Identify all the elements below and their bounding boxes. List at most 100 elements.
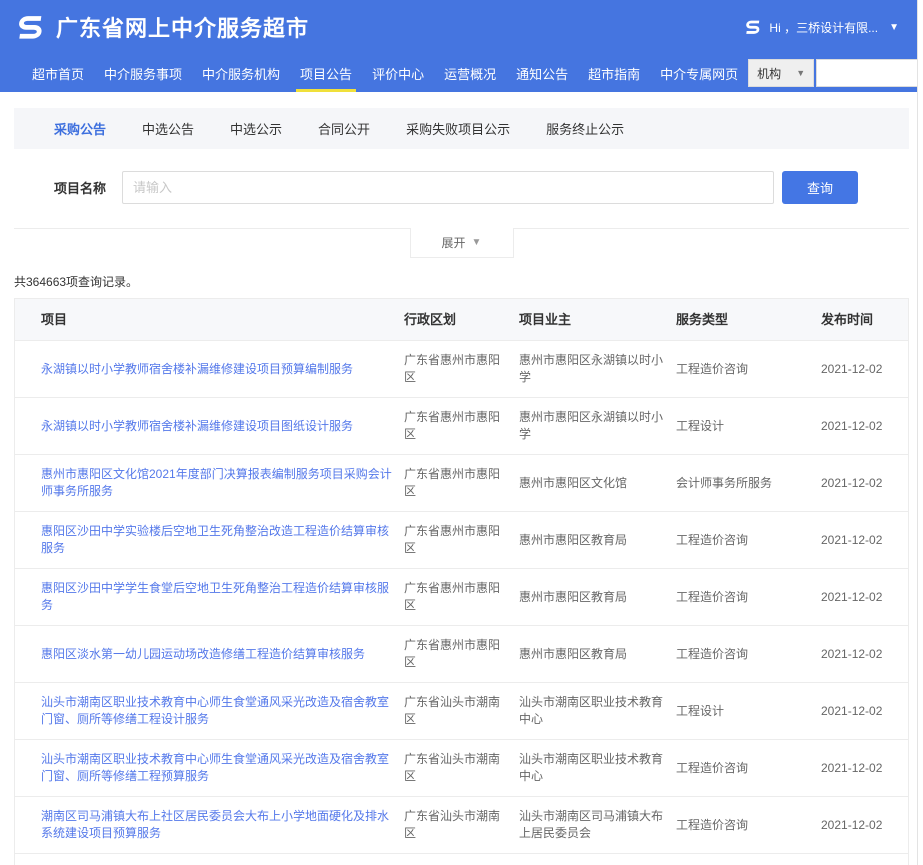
table-row: 潮南区司马浦镇大布上社区居民委员会大布上小学地面硬化及排水系统建设项目施工图纸设… (15, 853, 908, 865)
table-row: 惠阳区沙田中学学生食堂后空地卫生死角整治工程造价结算审核服务 广东省惠州市惠阳区… (15, 568, 908, 625)
page-title: 广东省网上中介服务超市 (56, 11, 309, 43)
service-type-cell: 会计师事务所服务 (676, 475, 821, 492)
nav-item-service-items[interactable]: 中介服务事项 (94, 54, 192, 92)
region-cell: 广东省汕头市潮南区 (404, 808, 519, 842)
nav-item-home[interactable]: 超市首页 (22, 54, 94, 92)
owner-cell: 汕头市潮南区职业技术教育中心 (519, 751, 676, 785)
tab-procurement-announcement[interactable]: 采购公告 (54, 119, 106, 138)
site-logo-icon (12, 10, 46, 44)
publish-date-cell: 2021-12-02 (821, 532, 908, 549)
service-type-cell: 工程设计 (676, 703, 821, 720)
project-link[interactable]: 潮南区司马浦镇大布上社区居民委员会大布上小学地面硬化及排水系统建设项目预算服务 (41, 809, 389, 840)
nav-item-evaluation-center[interactable]: 评价中心 (362, 54, 434, 92)
nav-item-operation-overview[interactable]: 运营概况 (434, 54, 506, 92)
owner-cell: 汕头市潮南区司马浦镇大布上居民委员会 (519, 808, 676, 842)
region-cell: 广东省惠州市惠阳区 (404, 523, 519, 557)
tab-contract-disclosure[interactable]: 合同公开 (318, 119, 370, 138)
owner-cell: 惠州市惠阳区教育局 (519, 589, 676, 606)
search-category-value: 机构 (757, 65, 781, 82)
column-header-publish-date: 发布时间 (821, 311, 908, 328)
query-button[interactable]: 查询 (782, 171, 858, 204)
publish-date-cell: 2021-12-02 (821, 361, 908, 378)
region-cell: 广东省惠州市惠阳区 (404, 637, 519, 671)
column-header-service-type: 服务类型 (676, 311, 821, 328)
service-type-cell: 工程造价咨询 (676, 760, 821, 777)
service-type-cell: 工程造价咨询 (676, 817, 821, 834)
table-row: 惠阳区淡水第一幼儿园运动场改造修缮工程造价结算审核服务 广东省惠州市惠阳区 惠州… (15, 625, 908, 682)
tab-failed-procurement[interactable]: 采购失败项目公示 (406, 119, 510, 138)
service-type-cell: 工程造价咨询 (676, 589, 821, 606)
owner-cell: 惠州市惠阳区教育局 (519, 646, 676, 663)
tab-service-termination[interactable]: 服务终止公示 (546, 119, 624, 138)
publish-date-cell: 2021-12-02 (821, 589, 908, 606)
owner-cell: 惠州市惠阳区永湖镇以时小学 (519, 409, 676, 443)
nav-item-project-announcements[interactable]: 项目公告 (290, 54, 362, 92)
region-cell: 广东省惠州市惠阳区 (404, 580, 519, 614)
service-type-cell: 工程造价咨询 (676, 646, 821, 663)
project-link[interactable]: 汕头市潮南区职业技术教育中心师生食堂通风采光改造及宿舍教室门窗、厕所等修缮工程预… (41, 752, 389, 783)
table-row: 永湖镇以时小学教师宿舍楼补漏维修建设项目图纸设计服务 广东省惠州市惠阳区 惠州市… (15, 397, 908, 454)
project-name-input[interactable] (122, 171, 774, 204)
publish-date-cell: 2021-12-02 (821, 475, 908, 492)
project-link[interactable]: 汕头市潮南区职业技术教育中心师生食堂通风采光改造及宿舍教室门窗、厕所等修缮工程设… (41, 695, 389, 726)
chevron-down-icon: ▼ (472, 237, 482, 248)
header-search-group: 机构 ▼ (748, 54, 923, 92)
column-header-project: 项目 (41, 311, 404, 328)
project-link[interactable]: 惠阳区淡水第一幼儿园运动场改造修缮工程造价结算审核服务 (41, 647, 365, 661)
table-row: 潮南区司马浦镇大布上社区居民委员会大布上小学地面硬化及排水系统建设项目预算服务 … (15, 796, 908, 853)
owner-cell: 惠州市惠阳区文化馆 (519, 475, 676, 492)
publish-date-cell: 2021-12-02 (821, 703, 908, 720)
publish-date-cell: 2021-12-02 (821, 760, 908, 777)
service-type-cell: 工程造价咨询 (676, 361, 821, 378)
header-top-row: 广东省网上中介服务超市 Hi ，三桥设计有限... ▼ (0, 0, 923, 54)
user-menu[interactable]: Hi ，三桥设计有限... ▼ (742, 17, 899, 37)
project-link[interactable]: 惠州市惠阳区文化馆2021年度部门决算报表编制服务项目采购会计师事务所服务 (41, 467, 392, 498)
owner-cell: 汕头市潮南区职业技术教育中心 (519, 694, 676, 728)
table-row: 汕头市潮南区职业技术教育中心师生食堂通风采光改造及宿舍教室门窗、厕所等修缮工程预… (15, 739, 908, 796)
nav-item-agency-pages[interactable]: 中介专属网页 (650, 54, 748, 92)
project-name-label: 项目名称 (14, 178, 108, 197)
region-cell: 广东省惠州市惠阳区 (404, 409, 519, 443)
user-logo-icon (742, 17, 762, 37)
nav-item-agencies[interactable]: 中介服务机构 (192, 54, 290, 92)
project-link[interactable]: 惠阳区沙田中学实验楼后空地卫生死角整治改造工程造价结算审核服务 (41, 524, 389, 555)
expand-row: 展开 ▼ (14, 229, 909, 259)
results-table: 项目 行政区划 项目业主 服务类型 发布时间 永湖镇以时小学教师宿舍楼补漏维修建… (14, 298, 909, 865)
header-search-input[interactable] (816, 59, 923, 87)
project-link[interactable]: 永湖镇以时小学教师宿舍楼补漏维修建设项目图纸设计服务 (41, 419, 353, 433)
service-type-cell: 工程造价咨询 (676, 532, 821, 549)
publish-date-cell: 2021-12-02 (821, 418, 908, 435)
project-link[interactable]: 永湖镇以时小学教师宿舍楼补漏维修建设项目预算编制服务 (41, 362, 353, 376)
region-cell: 广东省汕头市潮南区 (404, 694, 519, 728)
publish-date-cell: 2021-12-02 (821, 817, 908, 834)
publish-date-cell: 2021-12-02 (821, 646, 908, 663)
expand-button[interactable]: 展开 ▼ (410, 228, 514, 258)
project-link[interactable]: 惠阳区沙田中学学生食堂后空地卫生死角整治工程造价结算审核服务 (41, 581, 389, 612)
nav-item-notices[interactable]: 通知公告 (506, 54, 578, 92)
tab-selection-publicity[interactable]: 中选公示 (230, 119, 282, 138)
region-cell: 广东省惠州市惠阳区 (404, 352, 519, 386)
search-category-select[interactable]: 机构 ▼ (748, 59, 814, 87)
column-header-region: 行政区划 (404, 311, 519, 328)
expand-label: 展开 (442, 234, 466, 251)
select-caret-icon: ▼ (796, 68, 805, 78)
region-cell: 广东省汕头市潮南区 (404, 751, 519, 785)
user-greeting: Hi ，三桥设计有限... (769, 19, 878, 36)
filter-section: 项目名称 查询 (14, 149, 909, 229)
owner-cell: 惠州市惠阳区永湖镇以时小学 (519, 352, 676, 386)
site-header: 广东省网上中介服务超市 Hi ，三桥设计有限... ▼ 超市首页 中介服务事项 … (0, 0, 923, 92)
main-nav: 超市首页 中介服务事项 中介服务机构 项目公告 评价中心 运营概况 通知公告 超… (0, 54, 923, 92)
table-row: 汕头市潮南区职业技术教育中心师生食堂通风采光改造及宿舍教室门窗、厕所等修缮工程设… (15, 682, 908, 739)
table-row: 惠阳区沙田中学实验楼后空地卫生死角整治改造工程造价结算审核服务 广东省惠州市惠阳… (15, 511, 908, 568)
table-row: 惠州市惠阳区文化馆2021年度部门决算报表编制服务项目采购会计师事务所服务 广东… (15, 454, 908, 511)
browser-scrollbar[interactable] (917, 0, 923, 865)
table-header-row: 项目 行政区划 项目业主 服务类型 发布时间 (15, 299, 908, 340)
result-count: 共364663项查询记录。 (14, 273, 909, 290)
table-row: 永湖镇以时小学教师宿舍楼补漏维修建设项目预算编制服务 广东省惠州市惠阳区 惠州市… (15, 340, 908, 397)
nav-item-guide[interactable]: 超市指南 (578, 54, 650, 92)
main-content: 采购公告 中选公告 中选公示 合同公开 采购失败项目公示 服务终止公示 项目名称… (14, 108, 909, 865)
service-type-cell: 工程设计 (676, 418, 821, 435)
owner-cell: 惠州市惠阳区教育局 (519, 532, 676, 549)
tab-selection-announcement[interactable]: 中选公告 (142, 119, 194, 138)
column-header-owner: 项目业主 (519, 311, 676, 328)
